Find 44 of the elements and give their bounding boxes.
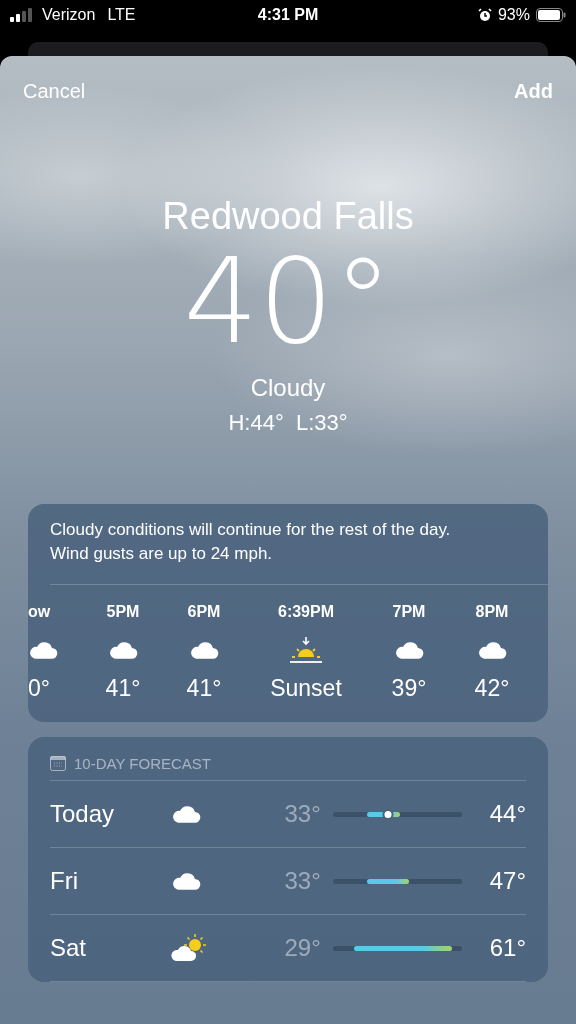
- day-label: Fri: [50, 867, 79, 895]
- condition-label: Cloudy: [250, 374, 326, 402]
- day-label: Today: [50, 800, 116, 828]
- cloud-icon: [171, 871, 202, 891]
- add-button[interactable]: Add: [514, 80, 553, 103]
- hour-label: 7PM: [392, 603, 426, 622]
- hour-temperature: 41°: [186, 675, 222, 702]
- high-low-temperature: H:44° L:33°: [228, 410, 348, 436]
- battery-icon: [536, 8, 566, 22]
- current-temperature: 40°: [183, 242, 393, 360]
- current-temperature-dot: [384, 810, 392, 818]
- low-temperature: 33°: [283, 800, 321, 828]
- cancel-button[interactable]: Cancel: [23, 80, 86, 103]
- low-temperature: 33°: [283, 867, 321, 895]
- high-temperature: 47°: [488, 867, 526, 895]
- high-temperature: 44°: [488, 800, 526, 828]
- forecast-summary: Cloudy conditions will continue for the rest of the day. Wind gusts are up to 24 mph.: [50, 504, 548, 585]
- cloud-icon: [394, 640, 424, 660]
- battery-percent: 93%: [497, 6, 530, 24]
- hour-label: 6PM: [187, 603, 221, 622]
- carrier-name: Verizon: [42, 6, 96, 24]
- city-name: Redwood Falls: [162, 195, 414, 238]
- hour-temperature: 41°: [105, 675, 141, 702]
- section-title: 10-DAY FORECAST: [74, 755, 211, 772]
- calendar-icon: [50, 756, 66, 771]
- hour-temperature: 0°: [28, 675, 50, 702]
- cloud-icon: [189, 640, 219, 660]
- network-type: LTE: [107, 6, 136, 24]
- hour-label: 5PM: [106, 603, 140, 622]
- hour-label: ow: [28, 603, 51, 622]
- low-temperature: 29°: [283, 934, 321, 962]
- cloud-icon: [108, 640, 138, 660]
- cloud-icon: [28, 640, 58, 660]
- hour-temperature: 39°: [391, 675, 427, 702]
- day-label: Sat: [50, 934, 88, 962]
- hour-temperature: Sunset: [270, 675, 342, 702]
- cloud-icon: [477, 640, 507, 660]
- sunset-icon: [289, 636, 323, 664]
- cloud-icon: [171, 804, 202, 824]
- hour-label: 6:39PM: [278, 603, 334, 622]
- high-temperature: 61°: [488, 934, 526, 962]
- status-time: 4:31 PM: [257, 6, 319, 24]
- hour-label: 8PM: [475, 603, 509, 622]
- hour-temperature: 42°: [474, 675, 510, 702]
